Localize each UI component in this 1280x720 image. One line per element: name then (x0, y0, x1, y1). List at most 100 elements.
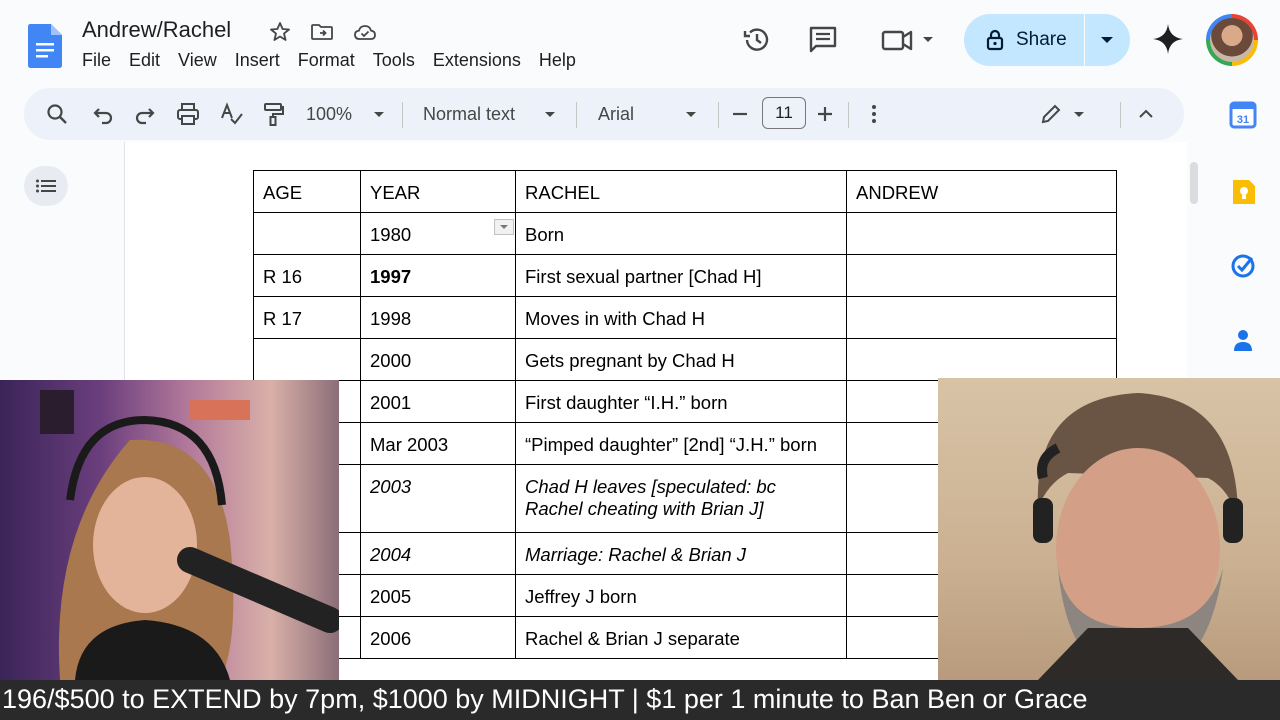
comments-icon[interactable] (807, 24, 839, 56)
toolbar-divider (402, 102, 403, 128)
menu-insert[interactable]: Insert (235, 50, 289, 71)
paragraph-style-select[interactable]: Normal text (423, 102, 515, 126)
cell-year[interactable]: 1997 (360, 254, 516, 297)
header-age[interactable]: AGE (253, 170, 361, 213)
cell-year[interactable]: 1998 (360, 296, 516, 339)
paint-format-icon[interactable] (262, 102, 284, 126)
outline-list-icon (36, 179, 56, 193)
decrease-font-size-icon[interactable] (731, 102, 749, 126)
cell-rachel[interactable]: Rachel & Brian J separate (515, 616, 847, 659)
menu-tools[interactable]: Tools (373, 50, 424, 71)
table-header-row: AGE YEAR RACHEL ANDREW (253, 170, 1117, 213)
stream-ticker-banner: 196/$500 to EXTEND by 7pm, $1000 by MIDN… (0, 680, 1280, 720)
meet-icon[interactable] (880, 24, 936, 56)
header-rachel[interactable]: RACHEL (515, 170, 847, 213)
cell-rachel[interactable]: Marriage: Rachel & Brian J (515, 532, 847, 575)
cell-year[interactable]: 2006 (360, 616, 516, 659)
version-history-icon[interactable] (741, 24, 773, 56)
cell-rachel[interactable]: Gets pregnant by Chad H (515, 338, 847, 381)
increase-font-size-icon[interactable] (816, 102, 834, 126)
menu-format[interactable]: Format (298, 50, 364, 71)
menu-help[interactable]: Help (539, 50, 585, 71)
tasks-icon[interactable] (1229, 252, 1257, 280)
zoom-select[interactable]: 100% (306, 102, 352, 126)
cell-year[interactable]: 2005 (360, 574, 516, 617)
star-icon[interactable] (268, 20, 292, 44)
cell-rachel[interactable]: First daughter “I.H.” born (515, 380, 847, 423)
zoom-caret-icon[interactable] (372, 102, 386, 126)
share-options-button[interactable] (1085, 14, 1129, 66)
header-andrew[interactable]: ANDREW (846, 170, 1117, 213)
share-label: Share (1016, 29, 1067, 50)
cell-year[interactable]: 2001 (360, 380, 516, 423)
cell-rachel[interactable]: “Pimped daughter” [2nd] “J.H.” born (515, 422, 847, 465)
toolbar-divider (576, 102, 577, 128)
print-icon[interactable] (176, 102, 200, 126)
cell-rachel[interactable]: Born (515, 212, 847, 255)
chevron-down-icon (500, 225, 508, 229)
streamer-left-video-icon (40, 390, 339, 680)
menu-view[interactable]: View (178, 50, 226, 71)
toolbar-divider (848, 102, 849, 128)
cell-rachel[interactable]: Moves in with Chad H (515, 296, 847, 339)
lock-icon (986, 29, 1004, 51)
contacts-icon[interactable] (1229, 326, 1257, 354)
docs-logo-icon[interactable] (28, 24, 62, 68)
redo-icon[interactable] (134, 102, 156, 126)
move-to-folder-icon[interactable] (310, 20, 334, 44)
cell-rachel[interactable]: Jeffrey J born (515, 574, 847, 617)
svg-text:31: 31 (1237, 114, 1249, 126)
share-main[interactable]: Share (964, 14, 1084, 66)
webcam-overlay-left (0, 380, 339, 680)
search-menus-icon[interactable] (46, 102, 68, 126)
cell-andrew[interactable] (846, 296, 1117, 339)
undo-icon[interactable] (92, 102, 114, 126)
cell-age[interactable]: R 17 (253, 296, 361, 339)
cell-year[interactable]: 1980 (360, 212, 516, 255)
cell-year[interactable]: 2004 (360, 532, 516, 575)
menu-bar: File Edit View Insert Format Tools Exten… (82, 50, 594, 71)
toolbar-divider (1120, 102, 1121, 128)
cell-andrew[interactable] (846, 254, 1117, 297)
cell-year[interactable]: Mar 2003 (360, 422, 516, 465)
font-select[interactable]: Arial (598, 102, 634, 126)
cell-age[interactable] (253, 338, 361, 381)
table-row: R 16 1997 First sexual partner [Chad H] (253, 254, 1117, 297)
more-options-icon[interactable] (864, 102, 884, 126)
hide-menus-chevron-up-icon[interactable] (1138, 102, 1154, 126)
table-row: 1980 Born (253, 212, 1117, 255)
editing-mode-icon[interactable] (1040, 102, 1062, 126)
cell-age[interactable] (253, 212, 361, 255)
spelling-check-icon[interactable] (220, 102, 244, 126)
document-title[interactable]: Andrew/Rachel (82, 17, 231, 43)
gemini-icon[interactable] (1151, 22, 1185, 56)
style-caret-icon[interactable] (543, 102, 557, 126)
header-year[interactable]: YEAR (360, 170, 516, 213)
font-caret-icon[interactable] (684, 102, 698, 126)
table-row: R 17 1998 Moves in with Chad H (253, 296, 1117, 339)
share-button[interactable]: Share (964, 14, 1130, 66)
menu-extensions[interactable]: Extensions (433, 50, 530, 71)
vertical-scrollbar[interactable] (1190, 162, 1198, 204)
cell-rachel[interactable]: Chad H leaves [speculated: bc Rachel che… (515, 464, 847, 533)
menu-file[interactable]: File (82, 50, 120, 71)
formatting-toolbar: 100% Normal text Arial 11 (24, 88, 1184, 140)
cloud-saved-icon[interactable] (353, 20, 377, 44)
table-row: 2000 Gets pregnant by Chad H (253, 338, 1117, 381)
webcam-overlay-right (938, 378, 1280, 680)
cell-andrew[interactable] (846, 338, 1117, 381)
menu-edit[interactable]: Edit (129, 50, 169, 71)
cell-age[interactable]: R 16 (253, 254, 361, 297)
cell-year[interactable]: 2003 (360, 464, 516, 533)
editing-mode-caret-icon[interactable] (1072, 102, 1086, 126)
font-size-input[interactable]: 11 (762, 97, 806, 129)
cell-year[interactable]: 2000 (360, 338, 516, 381)
document-outline-button[interactable] (24, 166, 68, 206)
cell-rachel[interactable]: First sexual partner [Chad H] (515, 254, 847, 297)
cell-dropdown-chip[interactable] (494, 219, 514, 235)
ticker-text: 196/$500 to EXTEND by 7pm, $1000 by MIDN… (2, 684, 1088, 714)
calendar-icon[interactable]: 31 (1229, 101, 1257, 129)
account-avatar[interactable] (1206, 14, 1258, 66)
keep-icon[interactable] (1229, 178, 1257, 206)
cell-andrew[interactable] (846, 212, 1117, 255)
